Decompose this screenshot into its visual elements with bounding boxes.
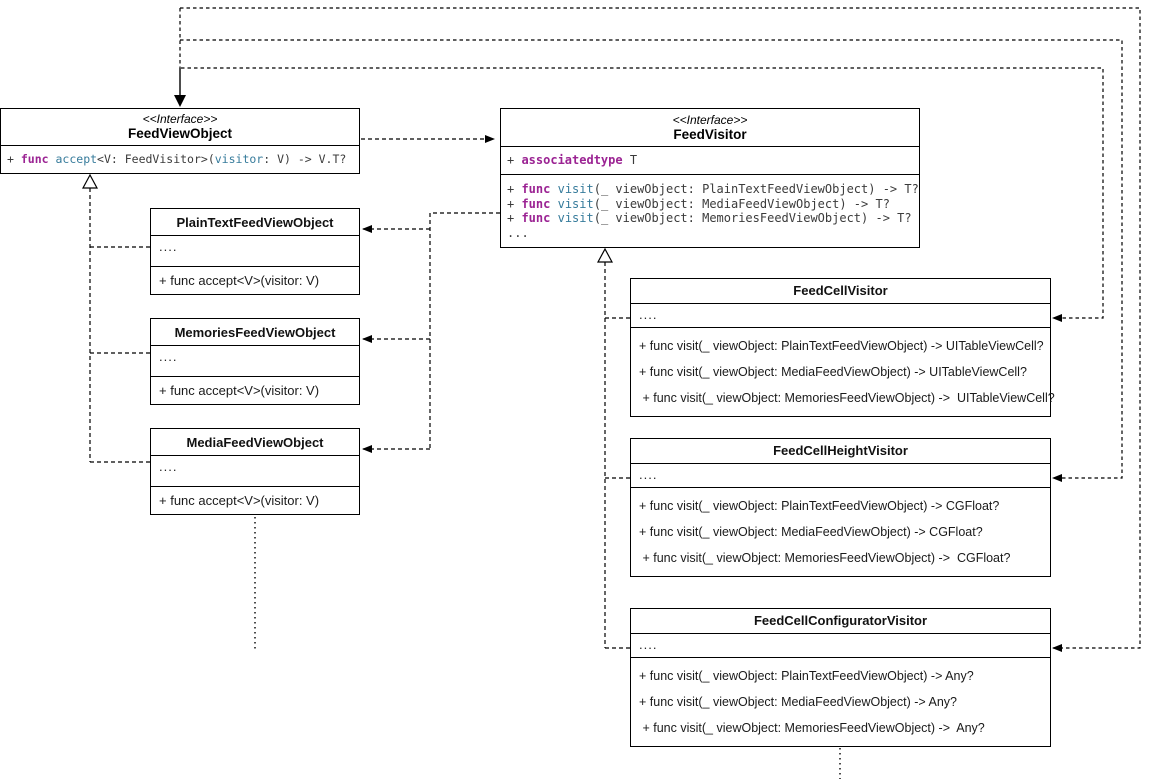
- class-box-feedcellvisitor: FeedCellVisitor .... + func visit(_ view…: [630, 278, 1051, 417]
- class-methods: + func visit(_ viewObject: PlainTextFeed…: [631, 328, 1050, 416]
- class-name: MediaFeedViewObject: [151, 429, 359, 456]
- class-box-memoriesfeedviewobject: MemoriesFeedViewObject .... + func accep…: [150, 318, 360, 405]
- method-signature: + func visit(_ viewObject: MemoriesFeedV…: [639, 545, 1042, 571]
- uml-diagram-canvas: <<Interface>> FeedViewObject + func acce…: [0, 0, 1150, 779]
- method-signature: + func visit(_ viewObject: PlainTextFeed…: [639, 333, 1042, 359]
- class-name: FeedVisitor: [673, 127, 746, 143]
- class-header: <<Interface>> FeedVisitor: [501, 109, 919, 147]
- method-signature: + func accept<V: FeedVisitor>(visitor: V…: [7, 152, 346, 167]
- class-header: <<Interface>> FeedViewObject: [1, 109, 359, 146]
- stereotype-label: <<Interface>>: [673, 113, 748, 127]
- stereotype-label: <<Interface>>: [143, 112, 218, 126]
- associatedtype-declaration: + associatedtype T: [507, 153, 637, 168]
- class-name: MemoriesFeedViewObject: [151, 319, 359, 346]
- method-signature: + func accept<V>(visitor: V): [151, 377, 359, 404]
- class-name: FeedCellVisitor: [631, 279, 1050, 304]
- class-fields: ....: [151, 456, 359, 487]
- class-box-feedviewobject: <<Interface>> FeedViewObject + func acce…: [0, 108, 360, 174]
- class-box-feedvisitor: <<Interface>> FeedVisitor + associatedty…: [500, 108, 920, 248]
- arrowhead-feedviewobject-top: [174, 95, 186, 107]
- class-name: FeedCellConfiguratorVisitor: [631, 609, 1050, 634]
- class-fields: ....: [151, 236, 359, 267]
- method-signature: + func visit(_ viewObject: MemoriesFeedV…: [639, 385, 1042, 411]
- class-methods: + func accept<V: FeedVisitor>(visitor: V…: [1, 146, 359, 173]
- class-name: FeedCellHeightVisitor: [631, 439, 1050, 464]
- method-signature: + func visit(_ viewObject: PlainTextFeed…: [639, 663, 1042, 689]
- class-fields: ....: [631, 304, 1050, 328]
- class-name: FeedViewObject: [128, 126, 232, 142]
- class-fields: ....: [151, 346, 359, 377]
- class-methods: + func visit(_ viewObject: PlainTextFeed…: [631, 658, 1050, 746]
- method-signature: + func visit(_ viewObject: PlainTextFeed…: [507, 182, 913, 197]
- ellipsis: ...: [507, 226, 913, 241]
- method-signature: + func visit(_ viewObject: MediaFeedView…: [639, 689, 1042, 715]
- class-methods: + func visit(_ viewObject: PlainTextFeed…: [631, 488, 1050, 576]
- method-signature: + func visit(_ viewObject: MediaFeedView…: [639, 359, 1042, 385]
- class-methods: + func visit(_ viewObject: PlainTextFeed…: [501, 175, 919, 247]
- class-box-feedcellconfiguratorvisitor: FeedCellConfiguratorVisitor .... + func …: [630, 608, 1051, 747]
- class-fields: + associatedtype T: [501, 147, 919, 175]
- class-box-feedcellheightvisitor: FeedCellHeightVisitor .... + func visit(…: [630, 438, 1051, 577]
- dependency-rail-feedvisitor-viewobjects: [430, 213, 500, 449]
- method-signature: + func visit(_ viewObject: MemoriesFeedV…: [507, 211, 913, 226]
- method-signature: + func visit(_ viewObject: MemoriesFeedV…: [639, 715, 1042, 741]
- method-signature: + func visit(_ viewObject: MediaFeedView…: [507, 197, 913, 212]
- class-name: PlainTextFeedViewObject: [151, 209, 359, 236]
- realization-triangle-feedvisitor: [598, 249, 612, 262]
- class-box-mediafeedviewobject: MediaFeedViewObject .... + func accept<V…: [150, 428, 360, 515]
- method-signature: + func accept<V>(visitor: V): [151, 487, 359, 514]
- class-fields: ....: [631, 464, 1050, 488]
- method-signature: + func accept<V>(visitor: V): [151, 267, 359, 294]
- method-signature: + func visit(_ viewObject: MediaFeedView…: [639, 519, 1042, 545]
- method-signature: + func visit(_ viewObject: PlainTextFeed…: [639, 493, 1042, 519]
- class-box-plaintextfeedviewobject: PlainTextFeedViewObject .... + func acce…: [150, 208, 360, 295]
- class-fields: ....: [631, 634, 1050, 658]
- realization-triangle-feedviewobject: [83, 175, 97, 188]
